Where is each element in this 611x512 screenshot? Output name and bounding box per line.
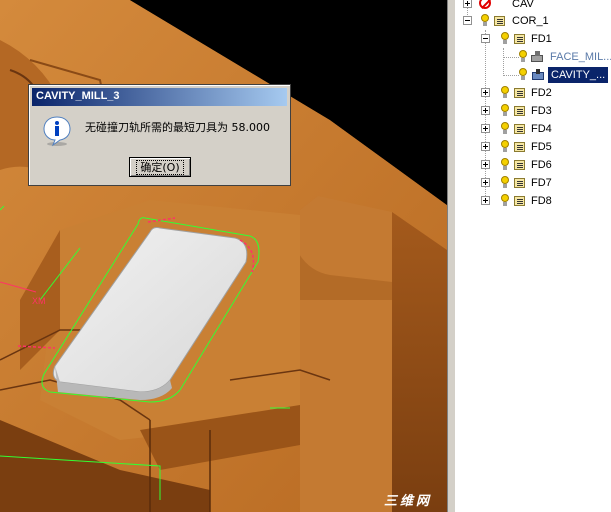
info-dialog: CAVITY_MILL_3 无碰撞刀轨所需的最短刀具为 58.000 确定(O) xyxy=(28,84,291,186)
tree-item-fd4[interactable]: FD4 xyxy=(456,120,611,138)
tree-item-cavity-mill[interactable]: CAVITY_... xyxy=(456,66,611,84)
tree-item-label: FD3 xyxy=(531,105,552,117)
operation-navigator[interactable]: CAV COR_1 FD1 FACE_MIL... CAVITY_... FD2 xyxy=(456,0,611,512)
part-model-drawing: XM xyxy=(0,0,447,512)
tree-item-label: FACE_MIL... xyxy=(550,51,611,63)
dialog-message: 无碰撞刀轨所需的最短刀具为 58.000 xyxy=(85,121,270,134)
ok-button[interactable]: 确定(O) xyxy=(129,157,191,177)
panel-splitter[interactable] xyxy=(447,0,456,512)
expand-toggle[interactable] xyxy=(481,178,490,187)
expand-toggle[interactable] xyxy=(481,124,490,133)
lightbulb-icon xyxy=(481,14,489,27)
tree-item-label: FD5 xyxy=(531,141,552,153)
tree-item-label: COR_1 xyxy=(512,15,549,27)
expand-toggle[interactable] xyxy=(481,160,490,169)
lightbulb-icon xyxy=(501,104,509,117)
tree-item-face-mill[interactable]: FACE_MIL... xyxy=(456,48,611,66)
tree-item-label: FD6 xyxy=(531,159,552,171)
folder-icon xyxy=(514,195,526,207)
expand-toggle[interactable] xyxy=(481,106,490,115)
lightbulb-icon xyxy=(519,50,527,63)
graphics-viewport[interactable]: XM xyxy=(0,0,447,512)
tree-item-fd6[interactable]: FD6 xyxy=(456,156,611,174)
expand-toggle[interactable] xyxy=(481,142,490,151)
tree-item-fd1[interactable]: FD1 xyxy=(456,30,611,48)
tree-item-fd7[interactable]: FD7 xyxy=(456,174,611,192)
tree-item-cor-1[interactable]: COR_1 xyxy=(456,12,611,30)
folder-icon xyxy=(514,105,526,117)
expand-toggle[interactable] xyxy=(481,196,490,205)
tree-item-label: FD4 xyxy=(531,123,552,135)
folder-icon xyxy=(514,123,526,135)
collapse-toggle[interactable] xyxy=(481,34,490,43)
tree-item-label: CAVITY_... xyxy=(548,67,609,83)
tree-item-label: FD8 xyxy=(531,195,552,207)
tree-item-label: FD7 xyxy=(531,177,552,189)
folder-icon xyxy=(514,141,526,153)
cavity-mill-operation-icon xyxy=(532,69,545,81)
no-entry-icon xyxy=(479,0,491,9)
folder-icon xyxy=(514,33,526,45)
face-mill-operation-icon xyxy=(531,51,545,63)
dialog-titlebar[interactable]: CAVITY_MILL_3 xyxy=(32,88,287,106)
information-icon xyxy=(43,116,71,147)
axis-label-xm: XM xyxy=(32,296,46,306)
tree-item-fd5[interactable]: FD5 xyxy=(456,138,611,156)
ok-button-label: 确定(O) xyxy=(136,159,184,175)
folder-icon xyxy=(494,15,506,27)
tree-item-label: FD2 xyxy=(531,87,552,99)
folder-icon xyxy=(514,159,526,171)
lightbulb-icon xyxy=(501,86,509,99)
expand-toggle[interactable] xyxy=(463,0,472,8)
lightbulb-icon xyxy=(501,140,509,153)
tree-item-fd3[interactable]: FD3 xyxy=(456,102,611,120)
collapse-toggle[interactable] xyxy=(463,16,472,25)
folder-icon xyxy=(514,87,526,99)
lightbulb-icon xyxy=(501,158,509,171)
lightbulb-icon xyxy=(501,194,509,207)
tree-item-label: FD1 xyxy=(531,33,552,45)
lightbulb-icon xyxy=(501,32,509,45)
tree-item-fd2[interactable]: FD2 xyxy=(456,84,611,102)
dialog-title: CAVITY_MILL_3 xyxy=(36,90,120,102)
folder-icon xyxy=(514,177,526,189)
lightbulb-icon xyxy=(501,176,509,189)
lightbulb-icon xyxy=(501,122,509,135)
tree-item-fd8[interactable]: FD8 xyxy=(456,192,611,210)
expand-toggle[interactable] xyxy=(481,88,490,97)
lightbulb-icon xyxy=(519,68,527,81)
watermark: 三维网 xyxy=(384,494,433,509)
